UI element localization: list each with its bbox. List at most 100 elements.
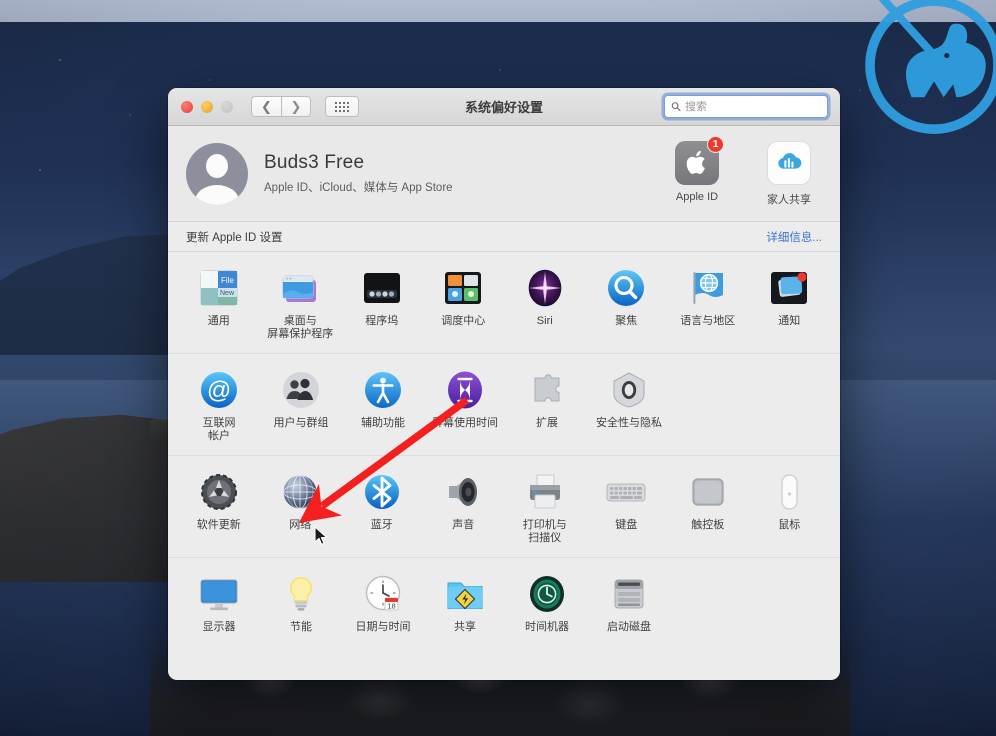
desktop-screensaver-icon [278,266,322,310]
pane-sound[interactable]: 声音 [423,466,505,553]
account-name: Buds3 Free [264,152,365,173]
family-sharing-item[interactable]: 家人共享 [756,140,822,207]
forward-button[interactable]: ❯ [281,96,311,117]
trackpad-icon [686,470,730,514]
family-sharing-button[interactable] [767,140,811,185]
pane-label: 调度中心 [441,315,486,327]
pane-mouse[interactable]: 鼠标 [749,466,831,553]
update-banner-text: 更新 Apple ID 设置 [186,231,283,244]
back-button[interactable]: ❮ [251,96,281,117]
pane-label: 互联网 帐户 [202,417,236,442]
pane-keyboard[interactable]: 键盘 [586,466,668,553]
users-groups-icon [279,368,323,412]
pane-label: Siri [536,315,553,327]
system-preferences-window[interactable]: ❮ ❯ 系统偏好设置 搜索 Buds3 Free Apple ID、iCloud… [168,88,840,680]
search-icon [671,102,681,112]
bluetooth-icon [360,470,404,514]
pane-row-4: 显示器 节能 18 日期与时间 共享 时间机器 启动磁盘 [178,568,830,642]
pane-energy-saver[interactable]: 节能 [260,568,342,642]
screen-time-icon [443,368,487,412]
pane-bluetooth[interactable]: 蓝牙 [341,466,423,553]
displays-icon [197,572,241,616]
pane-dock[interactable]: 程序坞 [341,262,423,349]
pane-label: 辅助功能 [361,417,405,429]
close-button[interactable] [181,100,193,113]
pane-date-time[interactable]: 18 日期与时间 [342,568,424,642]
pane-label: 程序坞 [365,315,399,327]
pane-internet-accounts[interactable]: @ 互联网 帐户 [178,364,260,451]
pane-time-machine[interactable]: 时间机器 [506,568,588,642]
energy-saver-icon [279,572,323,616]
pane-network[interactable]: 网络 [260,466,342,553]
extensions-icon [525,368,569,412]
svg-text:@: @ [207,377,231,404]
pane-label: 显示器 [202,621,236,633]
mission-control-icon [441,266,485,310]
pane-screen-time[interactable]: 屏幕使用时间 [424,364,506,451]
avatar-head [206,153,228,178]
internet-accounts-icon: @ [197,368,241,412]
title-bar[interactable]: ❮ ❯ 系统偏好设置 [168,88,840,126]
svg-text:File: File [221,276,234,285]
apple-logo-icon [686,150,705,174]
pane-startup-disk[interactable]: 启动磁盘 [588,568,670,642]
family-sharing-label: 家人共享 [767,193,811,206]
language-region-icon [686,266,730,310]
pane-displays[interactable]: 显示器 [178,568,260,642]
minimize-button[interactable] [201,100,213,113]
pane-label: 蓝牙 [370,519,393,531]
notifications-icon [767,266,811,310]
pane-extensions[interactable]: 扩展 [506,364,588,451]
account-text: Buds3 Free Apple ID、iCloud、媒体与 App Store [264,152,453,195]
traffic-light-group[interactable] [181,100,233,113]
pane-siri[interactable]: Siri [504,262,586,349]
family-sharing-tile[interactable] [767,140,811,185]
pane-general[interactable]: File New 通用 [178,262,260,349]
pane-label: 启动磁盘 [607,621,651,633]
pane-security-privacy[interactable]: 安全性与隐私 [588,364,670,451]
apple-id-tile[interactable]: 1 [675,135,724,185]
pane-label: 软件更新 [196,519,241,531]
svg-text:18: 18 [387,602,395,611]
pane-row-2: @ 互联网 帐户 用户与群组 辅助功能 屏幕使用时间 扩展 安全性与隐私 [178,364,830,451]
user-avatar-icon[interactable] [186,142,248,205]
pane-label: 扩展 [536,417,558,429]
time-machine-icon [525,572,569,616]
network-icon [278,470,322,514]
pane-label: 桌面与 屏幕保护程序 [267,315,334,340]
update-details-link[interactable]: 详细信息... [766,229,822,245]
sharing-icon [443,572,487,616]
apple-id-account-row[interactable]: Buds3 Free Apple ID、iCloud、媒体与 App Store… [168,126,840,222]
pane-label: 打印机与 扫描仪 [522,519,567,544]
siri-icon [523,266,567,310]
navigation-buttons[interactable]: ❮ ❯ [251,96,311,117]
pane-trackpad[interactable]: 触控板 [667,466,749,553]
pane-accessibility[interactable]: 辅助功能 [342,364,424,451]
search-field[interactable] [664,95,828,118]
pane-printers-scanners[interactable]: 打印机与 扫描仪 [504,466,586,553]
pane-section-2: @ 互联网 帐户 用户与群组 辅助功能 屏幕使用时间 扩展 安全性与隐私 [168,353,840,455]
date-time-icon: 18 [361,572,405,616]
pane-mission-control[interactable]: 调度中心 [423,262,505,349]
pane-section-3: 软件更新 网络 蓝牙 声音 打印机与 扫描仪 键盘 触控板 鼠标 [168,455,840,557]
pane-software-update[interactable]: 软件更新 [178,466,260,553]
pane-language-region[interactable]: 语言与地区 [667,262,749,349]
account-actions: 1 Apple ID 家人共享 [664,135,822,207]
pane-spotlight[interactable]: 聚焦 [586,262,668,349]
mouse-icon [767,470,811,514]
pane-label: 时间机器 [525,621,569,633]
desktop: ❮ ❯ 系统偏好设置 搜索 Buds3 Free Apple ID、iCloud… [0,0,996,736]
pane-label: 用户与群组 [273,417,329,429]
printers-scanners-icon [523,470,567,514]
family-sharing-icon [778,152,802,169]
pane-sharing[interactable]: 共享 [424,568,506,642]
pane-desktop-screensaver[interactable]: 桌面与 屏幕保护程序 [260,262,342,349]
pane-label: 触控板 [691,519,725,531]
pane-notifications[interactable]: 通知 [749,262,831,349]
search-input[interactable] [684,100,821,113]
show-all-button[interactable] [325,96,359,117]
keyboard-icon [604,470,648,514]
apple-id-item[interactable]: 1 Apple ID [664,135,730,207]
pane-users-groups[interactable]: 用户与群组 [260,364,342,451]
preference-panes: File New 通用 桌面与 屏幕保护程序 程序坞 调度中心 Siri 聚焦 … [168,252,840,646]
